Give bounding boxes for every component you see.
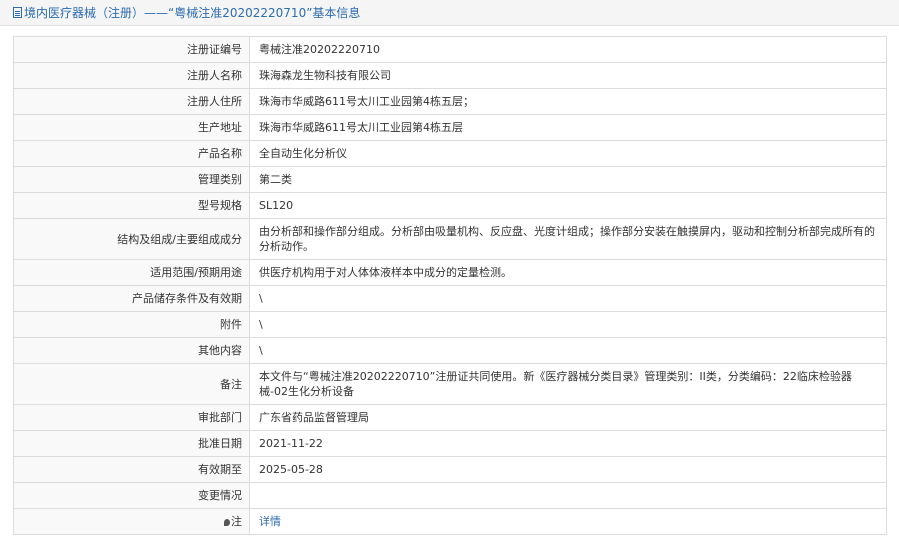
field-value: 全自动生化分析仪: [249, 140, 887, 167]
field-value: 详情: [249, 508, 887, 535]
field-label: 变更情况: [13, 482, 250, 509]
field-label: 注册证编号: [13, 36, 250, 63]
table-row: 附件 \: [13, 311, 887, 338]
table-row: 适用范围/预期用途 供医疗机构用于对人体体液样本中成分的定量检测。: [13, 259, 887, 286]
field-label: 有效期至: [13, 456, 250, 483]
table-row: 有效期至 2025-05-28: [13, 456, 887, 483]
field-value: 第二类: [249, 166, 887, 193]
field-label: 注: [13, 508, 250, 535]
field-label: 产品名称: [13, 140, 250, 167]
table-row: 注册人住所 珠海市华威路611号太川工业园第4栋五层；: [13, 88, 887, 115]
field-value: \: [249, 337, 887, 364]
pin-icon: [224, 519, 230, 526]
field-value: 珠海森龙生物科技有限公司: [249, 62, 887, 89]
table-row: 其他内容 \: [13, 337, 887, 364]
field-value: \: [249, 311, 887, 338]
field-value: \: [249, 285, 887, 312]
table-row: 注册证编号 粤械注准20202220710: [13, 36, 887, 63]
field-value: 粤械注准20202220710: [249, 36, 887, 63]
table-row: 结构及组成/主要组成成分 由分析部和操作部分组成。分析部由吸量机构、反应盘、光度…: [13, 218, 887, 260]
table-row: 注册人名称 珠海森龙生物科技有限公司: [13, 62, 887, 89]
field-value: [249, 482, 887, 509]
field-label: 生产地址: [13, 114, 250, 141]
page-header: 境内医疗器械（注册）——“粤械注准20202220710”基本信息: [0, 0, 899, 26]
field-label: 其他内容: [13, 337, 250, 364]
table-row: 管理类别 第二类: [13, 166, 887, 193]
field-value: 珠海市华威路611号太川工业园第4栋五层: [249, 114, 887, 141]
field-value: 由分析部和操作部分组成。分析部由吸量机构、反应盘、光度计组成；操作部分安装在触摸…: [249, 218, 887, 260]
field-label: 适用范围/预期用途: [13, 259, 250, 286]
field-label: 注册人住所: [13, 88, 250, 115]
table-row: 审批部门 广东省药品监督管理局: [13, 404, 887, 431]
field-value: 珠海市华威路611号太川工业园第4栋五层；: [249, 88, 887, 115]
field-value: 本文件与“粤械注准20202220710”注册证共同使用。新《医疗器械分类目录》…: [249, 363, 887, 405]
table-row: 注 详情: [13, 508, 887, 535]
table-row: 生产地址 珠海市华威路611号太川工业园第4栋五层: [13, 114, 887, 141]
info-table: 注册证编号 粤械注准20202220710 注册人名称 珠海森龙生物科技有限公司…: [13, 36, 887, 535]
field-value: 2025-05-28: [249, 456, 887, 483]
details-link[interactable]: 详情: [259, 515, 281, 528]
field-value: SL120: [249, 192, 887, 219]
field-label: 型号规格: [13, 192, 250, 219]
field-label: 管理类别: [13, 166, 250, 193]
field-label: 结构及组成/主要组成成分: [13, 218, 250, 260]
table-row: 产品名称 全自动生化分析仪: [13, 140, 887, 167]
field-label: 注册人名称: [13, 62, 250, 89]
table-row: 变更情况: [13, 482, 887, 509]
field-label: 备注: [13, 363, 250, 405]
table-row: 型号规格 SL120: [13, 192, 887, 219]
field-label: 批准日期: [13, 430, 250, 457]
field-label: 产品储存条件及有效期: [13, 285, 250, 312]
document-icon: [13, 7, 22, 18]
field-value: 广东省药品监督管理局: [249, 404, 887, 431]
field-label: 附件: [13, 311, 250, 338]
page-title: 境内医疗器械（注册）——“粤械注准20202220710”基本信息: [24, 6, 361, 20]
table-row: 产品储存条件及有效期 \: [13, 285, 887, 312]
table-row: 批准日期 2021-11-22: [13, 430, 887, 457]
field-label-text: 注: [231, 515, 242, 528]
field-label: 审批部门: [13, 404, 250, 431]
field-value: 供医疗机构用于对人体体液样本中成分的定量检测。: [249, 259, 887, 286]
field-value: 2021-11-22: [249, 430, 887, 457]
table-row: 备注 本文件与“粤械注准20202220710”注册证共同使用。新《医疗器械分类…: [13, 363, 887, 405]
